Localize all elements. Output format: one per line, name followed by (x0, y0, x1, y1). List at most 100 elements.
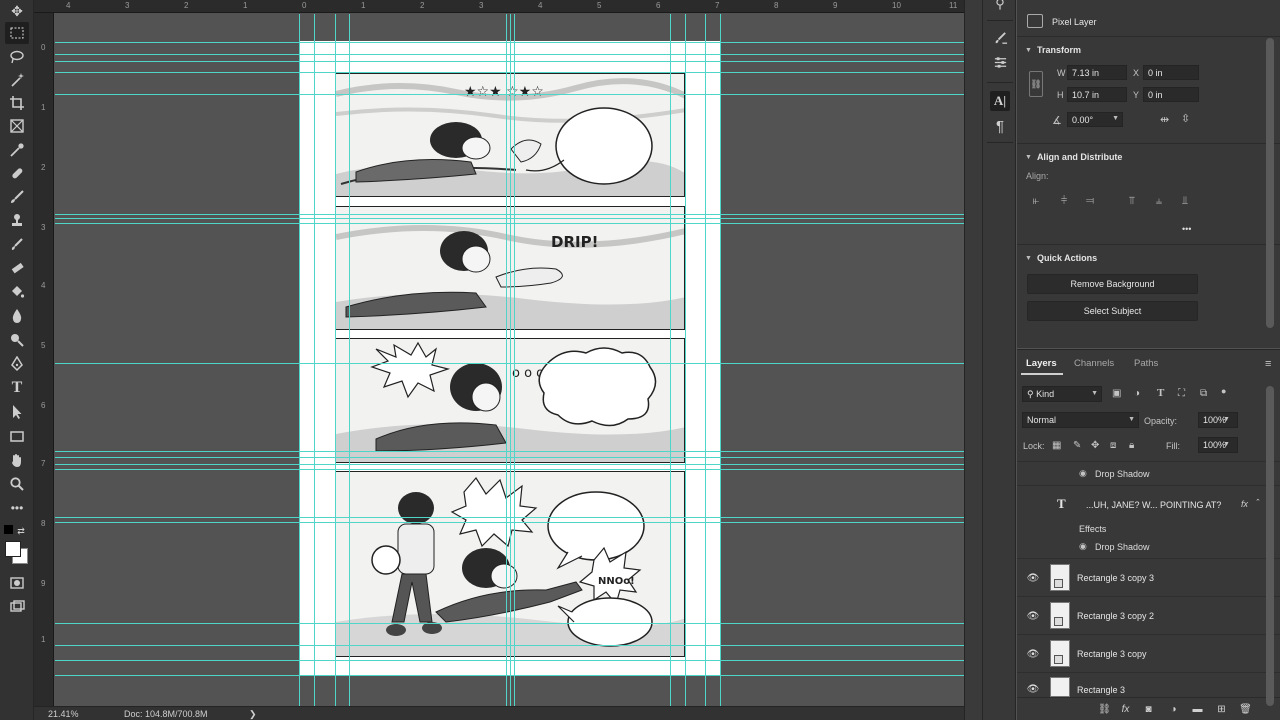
guide-vertical[interactable] (314, 14, 315, 706)
layer-name[interactable]: Rectangle 3 (1077, 685, 1125, 695)
tab-channels[interactable]: Channels (1074, 358, 1114, 369)
flip-vertical-icon[interactable]: ⇳ (1181, 112, 1190, 125)
quick-actions-header[interactable]: ▼ Quick Actions (1025, 253, 1097, 263)
layer-row[interactable]: 👁︎ Rectangle 3 copy 3 (1017, 558, 1280, 596)
layers-scrollbar[interactable] (1266, 386, 1274, 706)
fill-field[interactable]: 100% (1198, 437, 1238, 453)
new-adjustment-layer-icon[interactable]: ◑ (1167, 703, 1180, 716)
lock-transparent-icon[interactable]: ▦ (1052, 440, 1061, 451)
layer-fx-badge[interactable]: fx (1241, 499, 1248, 509)
filter-adjustment-icon[interactable]: ◑ (1134, 388, 1140, 399)
text-layer-row[interactable]: T ...UH, JANE? W... POINTING AT? fx ⌃ (1017, 485, 1280, 521)
lock-position-icon[interactable]: ✥ (1091, 440, 1099, 451)
guide-vertical[interactable] (510, 14, 511, 706)
guide-vertical[interactable] (299, 14, 300, 706)
y-field[interactable]: 0 in (1143, 87, 1199, 102)
layer-name[interactable]: ...UH, JANE? W... POINTING AT? (1086, 500, 1221, 510)
guide-vertical[interactable] (335, 14, 336, 706)
align-left-edges-icon[interactable]: ⫦ (1029, 194, 1043, 208)
guide-vertical[interactable] (685, 14, 686, 706)
paragraph-panel-icon[interactable]: ¶ (990, 116, 1010, 136)
quick-mask-icon[interactable] (5, 572, 29, 594)
x-field[interactable]: 0 in (1143, 65, 1199, 80)
more-options-icon[interactable]: ••• (1182, 224, 1191, 234)
link-layers-icon[interactable]: ⛓ (1098, 703, 1111, 716)
filter-pixel-icon[interactable]: ▣ (1112, 388, 1121, 399)
visibility-eye-icon[interactable]: 👁︎ (1027, 610, 1040, 622)
filter-type-icon[interactable]: T (1157, 387, 1164, 399)
adjustments-icon[interactable] (990, 52, 1010, 72)
hand-tool-icon[interactable] (5, 449, 29, 471)
delete-layer-icon[interactable]: 🗑︎ (1239, 703, 1252, 716)
blur-tool-icon[interactable] (5, 305, 29, 327)
eraser-tool-icon[interactable] (5, 257, 29, 279)
dodge-tool-icon[interactable] (5, 329, 29, 351)
marquee-tool-icon[interactable] (5, 22, 29, 44)
filter-shape-icon[interactable]: ⛶ (1178, 388, 1185, 399)
opacity-field[interactable]: 100% (1198, 412, 1238, 428)
add-mask-icon[interactable]: ◙ (1142, 703, 1155, 716)
guide-vertical[interactable] (514, 14, 515, 706)
remove-background-button[interactable]: Remove Background (1027, 274, 1198, 294)
flip-horizontal-icon[interactable]: ⇹ (1160, 113, 1169, 126)
properties-scrollbar[interactable] (1266, 38, 1274, 328)
height-field[interactable]: 10.7 in (1067, 87, 1127, 102)
transform-section-header[interactable]: ▼ Transform (1025, 45, 1081, 55)
align-section-header[interactable]: ▼ Align and Distribute (1025, 152, 1122, 162)
brush-settings-icon[interactable] (990, 28, 1010, 48)
effect-visibility-icon[interactable]: ◉ (1079, 468, 1087, 479)
layer-name[interactable]: Rectangle 3 copy (1077, 649, 1147, 659)
rectangle-tool-icon[interactable] (5, 425, 29, 447)
lock-all-icon[interactable]: 🔒︎ (1129, 440, 1134, 451)
layer-row[interactable]: 👁︎ Rectangle 3 copy (1017, 634, 1280, 672)
visibility-eye-icon[interactable]: 👁︎ (1027, 683, 1040, 695)
align-right-edges-icon[interactable]: ⫤ (1083, 194, 1097, 208)
foreground-color-swatch[interactable] (5, 541, 21, 557)
visibility-eye-icon[interactable]: 👁︎ (1027, 572, 1040, 584)
healing-brush-tool-icon[interactable] (5, 162, 29, 184)
clone-stamp-tool-icon[interactable] (5, 210, 29, 232)
character-panel-icon[interactable]: A| (990, 91, 1010, 111)
align-vertical-centers-icon[interactable]: ⫨ (1152, 194, 1166, 208)
guide-vertical[interactable] (506, 14, 507, 706)
guide-vertical[interactable] (670, 14, 671, 706)
paint-bucket-tool-icon[interactable] (5, 281, 29, 303)
history-brush-tool-icon[interactable] (5, 233, 29, 255)
effects-row[interactable]: Effects (1017, 521, 1280, 537)
guide-vertical[interactable] (720, 14, 721, 706)
width-field[interactable]: 7.13 in (1067, 65, 1127, 80)
tab-paths[interactable]: Paths (1134, 358, 1158, 369)
align-horizontal-centers-icon[interactable]: ⫩ (1057, 194, 1071, 208)
chevron-down-icon[interactable]: ▼ (1223, 441, 1230, 448)
align-bottom-edges-icon[interactable]: ⫫ (1178, 194, 1192, 208)
guide-vertical[interactable] (705, 14, 706, 706)
swap-colors-icon[interactable]: ⇄ (14, 520, 28, 542)
libraries-icon[interactable]: ⚲ (990, 0, 1010, 14)
crop-tool-icon[interactable] (5, 92, 29, 114)
pen-tool-icon[interactable] (5, 353, 29, 375)
layer-row[interactable]: 👁︎ Rectangle 3 (1017, 672, 1280, 697)
add-layer-style-icon[interactable]: fx (1119, 703, 1132, 716)
layer-row[interactable]: 👁︎ Rectangle 3 copy 2 (1017, 596, 1280, 634)
brush-tool-icon[interactable] (5, 186, 29, 208)
type-tool-icon[interactable]: T (5, 377, 29, 399)
zoom-level[interactable]: 21.41% (48, 709, 79, 719)
select-subject-button[interactable]: Select Subject (1027, 301, 1198, 321)
eyedropper-tool-icon[interactable] (5, 139, 29, 161)
lock-artboard-icon[interactable]: ⧈ (1110, 440, 1116, 451)
layer-name[interactable]: Rectangle 3 copy 3 (1077, 573, 1154, 583)
chevron-down-icon[interactable]: ▼ (1223, 416, 1230, 423)
blend-mode-select[interactable]: Normal ▼ (1022, 412, 1139, 428)
frame-tool-icon[interactable] (5, 115, 29, 137)
guide-vertical[interactable] (349, 14, 350, 706)
lasso-tool-icon[interactable] (5, 46, 29, 68)
filter-kind-select[interactable]: ⚲ Kind ▼ (1022, 386, 1102, 402)
panel-menu-icon[interactable]: ≡ (1265, 358, 1271, 370)
default-colors-icon[interactable] (4, 525, 13, 534)
visibility-eye-icon[interactable]: 👁︎ (1027, 648, 1040, 660)
tab-layers[interactable]: Layers (1026, 358, 1057, 369)
filter-toggle-icon[interactable]: ● (1221, 386, 1226, 396)
effect-row[interactable]: ◉ Drop Shadow (1017, 537, 1280, 557)
lock-image-icon[interactable]: ✎ (1073, 440, 1081, 451)
new-group-icon[interactable]: ▬ (1191, 703, 1204, 716)
